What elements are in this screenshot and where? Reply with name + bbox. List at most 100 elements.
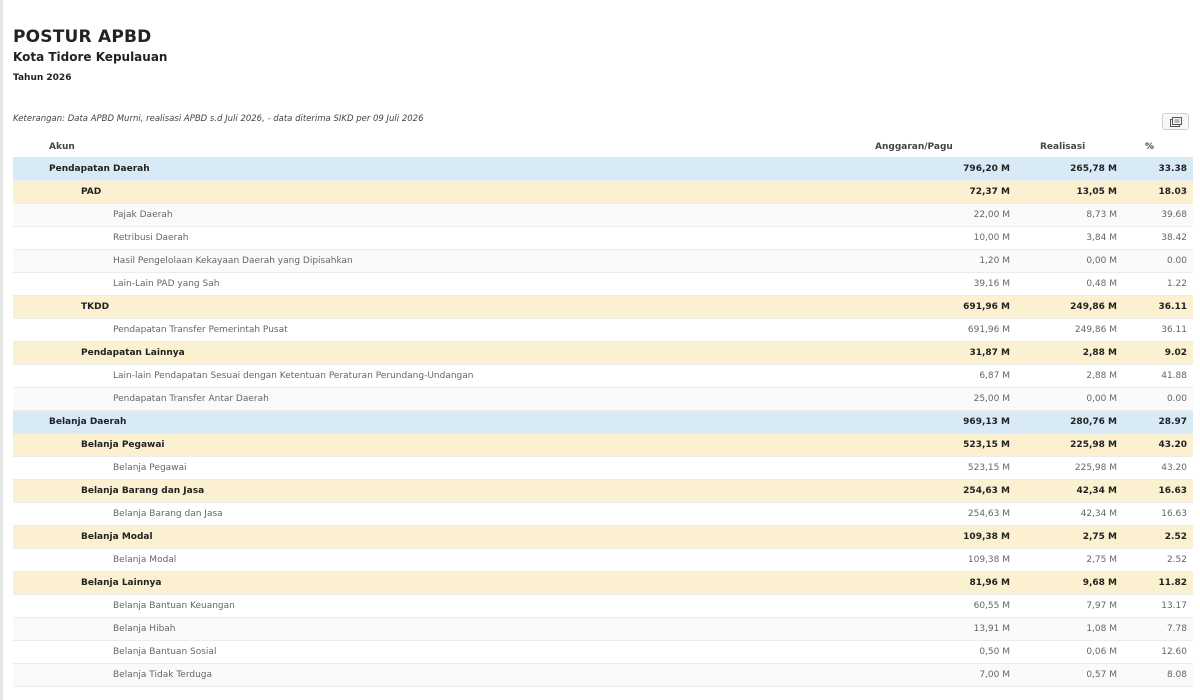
table-row-subgroup[interactable]: Pendapatan Lainnya 31,87 M 2,88 M 9.02	[13, 342, 1193, 365]
cell-persen: 39.68	[1161, 210, 1187, 220]
table-row[interactable]: Lain-Lain PAD yang Sah 39,16 M 0,48 M 1.22	[13, 273, 1193, 296]
table-row-subgroup[interactable]: TKDD 691,96 M 249,86 M 36.11	[13, 296, 1193, 319]
cell-anggaran: 81,96 M	[969, 578, 1010, 588]
cell-realisasi: 2,75 M	[1086, 555, 1117, 565]
table-row[interactable]: Retribusi Daerah 10,00 M 3,84 M 38.42	[13, 227, 1193, 250]
table-row-subgroup[interactable]: Belanja Barang dan Jasa 254,63 M 42,34 M 16…	[13, 480, 1193, 503]
cell-realisasi: 225,98 M	[1070, 440, 1117, 450]
cell-realisasi: 42,34 M	[1076, 486, 1117, 496]
cell-akun: Belanja Barang dan Jasa	[81, 486, 205, 496]
cell-realisasi: 0,00 M	[1086, 256, 1117, 266]
cell-akun: Lain-lain Pendapatan Sesuai dengan Keten…	[113, 371, 474, 381]
cell-persen: 0.00	[1166, 256, 1187, 266]
cell-persen: 8.08	[1166, 670, 1187, 680]
export-icon	[1169, 116, 1182, 127]
cell-realisasi: 1,08 M	[1086, 624, 1117, 634]
cell-anggaran: 13,91 M	[973, 624, 1010, 634]
table-row[interactable]: Pendapatan Transfer Antar Daerah 25,00 M 0…	[13, 388, 1193, 411]
table-row[interactable]: Belanja Pegawai 523,15 M 225,98 M 43.20	[13, 457, 1193, 480]
cell-anggaran: 254,63 M	[963, 486, 1010, 496]
table-row[interactable]: Belanja Modal 109,38 M 2,75 M 2.52	[13, 549, 1193, 572]
cell-akun: Pendapatan Daerah	[49, 164, 150, 174]
cell-akun: Retribusi Daerah	[113, 233, 189, 243]
cell-realisasi: 7,97 M	[1086, 601, 1117, 611]
table-row[interactable]: Belanja Hibah 13,91 M 1,08 M 7.78	[13, 618, 1193, 641]
cell-anggaran: 72,37 M	[969, 187, 1010, 197]
cell-realisasi: 0,57 M	[1086, 670, 1117, 680]
cell-realisasi: 0,06 M	[1086, 647, 1117, 657]
cell-persen: 12.60	[1161, 647, 1187, 657]
cell-realisasi: 8,73 M	[1086, 210, 1117, 220]
cell-persen: 2.52	[1164, 532, 1187, 542]
cell-persen: 33.38	[1158, 164, 1187, 174]
cell-realisasi: 2,75 M	[1082, 532, 1117, 542]
cell-akun: Belanja Tidak Terduga	[113, 670, 213, 680]
cell-anggaran: 31,87 M	[969, 348, 1010, 358]
page-title: POSTUR APBD	[13, 27, 152, 47]
cell-persen: 16.63	[1161, 509, 1187, 519]
cell-akun: Belanja Bantuan Sosial	[113, 647, 217, 657]
cell-persen: 11.82	[1158, 578, 1187, 588]
table-row-group[interactable]: Pendapatan Daerah 796,20 M 265,78 M 33.38	[13, 158, 1193, 181]
column-header-akun[interactable]: Akun	[13, 142, 853, 152]
table-row[interactable]: Hasil Pengelolaan Kekayaan Daerah yang D…	[13, 250, 1193, 273]
cell-persen: 2.52	[1166, 555, 1187, 565]
table-row-subgroup[interactable]: Belanja Pegawai 523,15 M 225,98 M 43.20	[13, 434, 1193, 457]
cell-persen: 18.03	[1158, 187, 1187, 197]
table-row[interactable]: Belanja Bantuan Sosial 0,50 M 0,06 M 12.60	[13, 641, 1193, 664]
cell-realisasi: 42,34 M	[1080, 509, 1117, 519]
table-body: Pendapatan Daerah 796,20 M 265,78 M 33.38 PA…	[13, 158, 1193, 687]
cell-anggaran: 39,16 M	[973, 279, 1010, 289]
cell-akun: PAD	[81, 187, 102, 197]
table-row[interactable]: Lain-lain Pendapatan Sesuai dengan Keten…	[13, 365, 1193, 388]
cell-akun: Belanja Modal	[113, 555, 177, 565]
cell-akun: Pendapatan Transfer Pemerintah Pusat	[113, 325, 288, 335]
cell-realisasi: 265,78 M	[1070, 164, 1117, 174]
cell-realisasi: 280,76 M	[1070, 417, 1117, 427]
cell-anggaran: 1,20 M	[979, 256, 1010, 266]
cell-akun: Belanja Daerah	[49, 417, 127, 427]
cell-anggaran: 60,55 M	[973, 601, 1010, 611]
cell-akun: Belanja Hibah	[113, 624, 176, 634]
cell-akun: Hasil Pengelolaan Kekayaan Daerah yang D…	[113, 256, 353, 266]
cell-akun: TKDD	[81, 302, 110, 312]
cell-akun: Pajak Daerah	[113, 210, 173, 220]
cell-anggaran: 109,38 M	[963, 532, 1010, 542]
cell-anggaran: 523,15 M	[967, 463, 1010, 473]
cell-persen: 36.11	[1158, 302, 1187, 312]
cell-anggaran: 22,00 M	[973, 210, 1010, 220]
cell-persen: 36.11	[1161, 325, 1187, 335]
left-border	[0, 0, 3, 700]
table-row[interactable]: Belanja Barang dan Jasa 254,63 M 42,34 M 16…	[13, 503, 1193, 526]
cell-realisasi: 0,00 M	[1086, 394, 1117, 404]
cell-realisasi: 0,48 M	[1086, 279, 1117, 289]
cell-persen: 7.78	[1166, 624, 1187, 634]
cell-akun: Belanja Bantuan Keuangan	[113, 601, 235, 611]
cell-persen: 43.20	[1161, 463, 1187, 473]
cell-anggaran: 7,00 M	[979, 670, 1010, 680]
table-row-subgroup[interactable]: Belanja Modal 109,38 M 2,75 M 2.52	[13, 526, 1193, 549]
table-row-subgroup[interactable]: PAD 72,37 M 13,05 M 18.03	[13, 181, 1193, 204]
table-row[interactable]: Belanja Bantuan Keuangan 60,55 M 7,97 M 13.…	[13, 595, 1193, 618]
cell-akun: Pendapatan Transfer Antar Daerah	[113, 394, 269, 404]
cell-persen: 1.22	[1166, 279, 1187, 289]
export-button[interactable]	[1162, 113, 1189, 130]
table-row[interactable]: Belanja Tidak Terduga 7,00 M 0,57 M 8.08	[13, 664, 1193, 687]
table-row[interactable]: Pendapatan Transfer Pemerintah Pusat 691,…	[13, 319, 1193, 342]
cell-realisasi: 2,88 M	[1082, 348, 1117, 358]
column-header-persen[interactable]: %	[1117, 142, 1189, 152]
cell-realisasi: 3,84 M	[1086, 233, 1117, 243]
table-row-group[interactable]: Belanja Daerah 969,13 M 280,76 M 28.97	[13, 411, 1193, 434]
table-row[interactable]: Pajak Daerah 22,00 M 8,73 M 39.68	[13, 204, 1193, 227]
cell-realisasi: 9,68 M	[1082, 578, 1117, 588]
column-header-realisasi[interactable]: Realisasi	[1010, 142, 1117, 152]
table-row-subgroup[interactable]: Belanja Lainnya 81,96 M 9,68 M 11.82	[13, 572, 1193, 595]
cell-akun: Belanja Pegawai	[81, 440, 165, 450]
column-header-anggaran[interactable]: Anggaran/Pagu	[853, 142, 1010, 152]
cell-akun: Belanja Pegawai	[113, 463, 187, 473]
apbd-table: Akun Anggaran/Pagu Realisasi % Pendapata…	[13, 136, 1193, 687]
cell-persen: 43.20	[1158, 440, 1187, 450]
data-note: Keterangan: Data APBD Murni, realisasi A…	[13, 114, 424, 124]
table-header: Akun Anggaran/Pagu Realisasi %	[13, 136, 1193, 158]
cell-anggaran: 691,96 M	[967, 325, 1010, 335]
